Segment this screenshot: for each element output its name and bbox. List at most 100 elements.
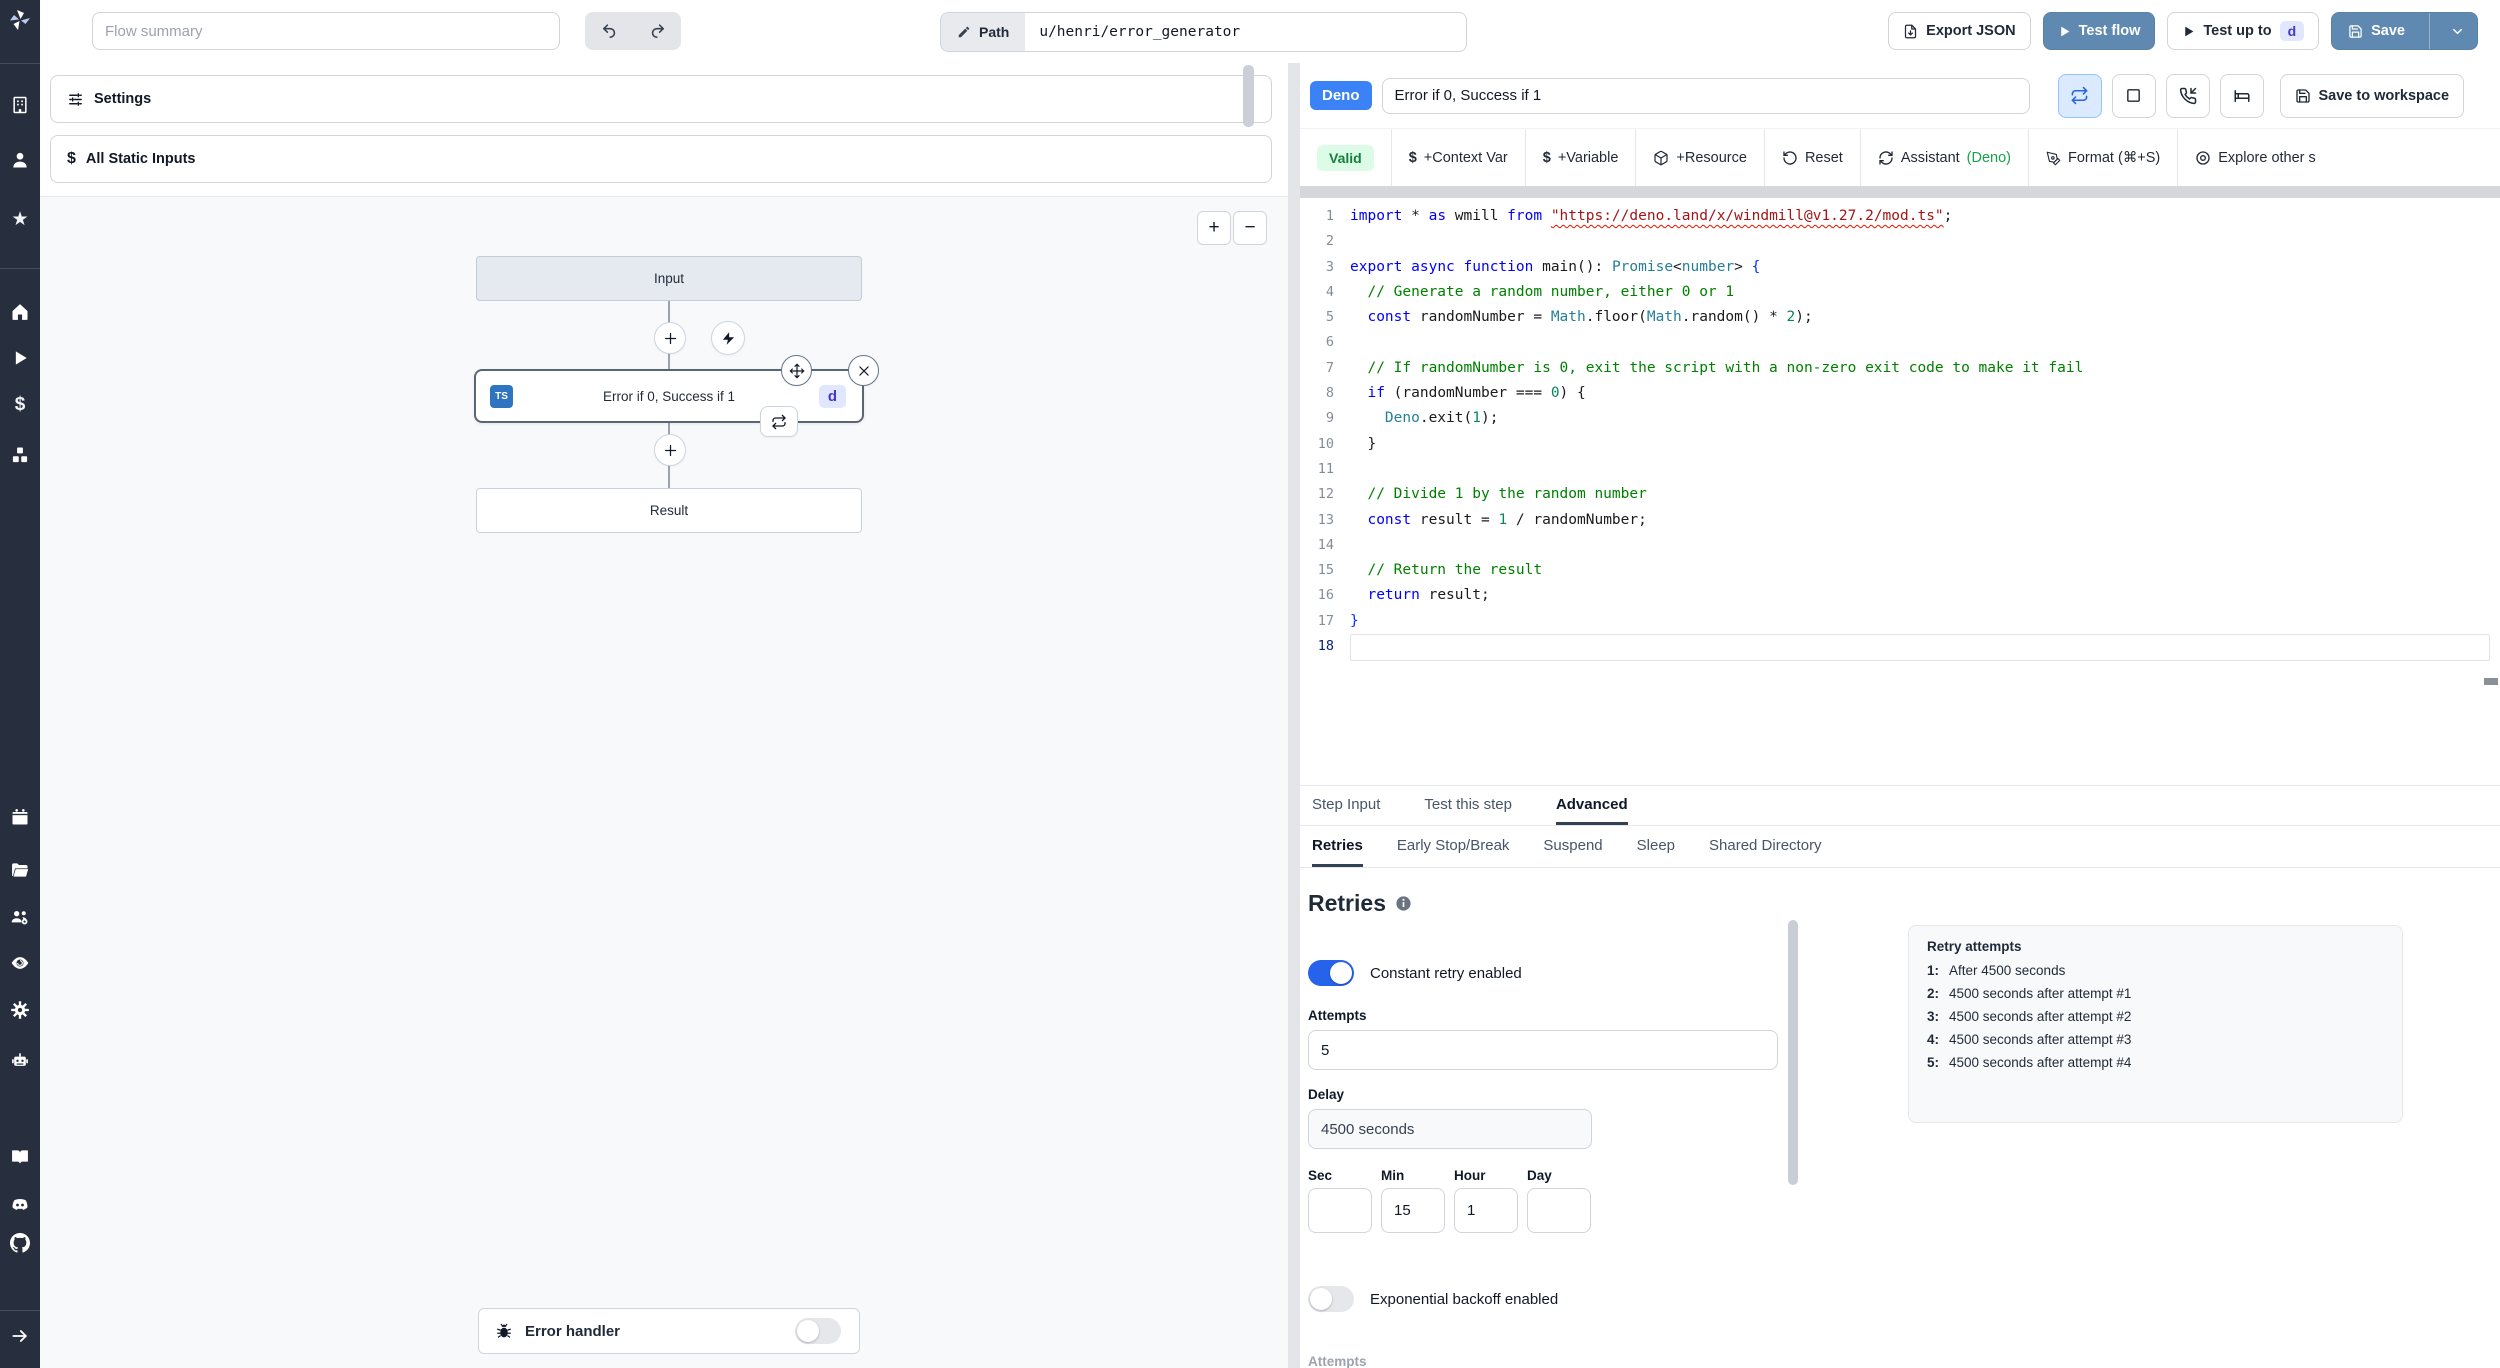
assistant-button[interactable]: Assistant (Deno) [1861, 129, 2029, 187]
path-field[interactable]: Path u/henri/error_generator [940, 12, 1467, 52]
hour-input[interactable] [1454, 1188, 1518, 1233]
path-chip: Path [941, 13, 1026, 51]
error-handler-row[interactable]: Error handler [478, 1308, 860, 1354]
day-input[interactable] [1527, 1188, 1591, 1233]
settings-gear-icon[interactable] [10, 1000, 30, 1020]
favorites-star-icon[interactable]: ★ [10, 210, 30, 230]
retry-indicator-button[interactable] [760, 406, 798, 437]
code-line[interactable]: 6 [1300, 330, 2500, 355]
schedules-calendar-icon[interactable] [10, 807, 30, 827]
editor-resize-gutter[interactable] [1300, 186, 2500, 198]
zoom-in-button[interactable]: + [1197, 211, 1231, 245]
editor-scrollbar-thumb[interactable] [2484, 678, 2498, 685]
code-line[interactable]: 18 [1300, 634, 2500, 662]
flow-summary-input[interactable] [92, 12, 560, 50]
home-icon[interactable] [10, 302, 30, 322]
zoom-out-button[interactable]: − [1233, 211, 1267, 245]
code-line[interactable]: 17} [1300, 609, 2500, 634]
left-panel-scrollbar[interactable] [1243, 65, 1254, 127]
trigger-bolt-button[interactable] [711, 321, 745, 355]
format-button[interactable]: Format (⌘+S) [2029, 129, 2179, 187]
code-line[interactable]: 3 export async function main(): Promise<n… [1300, 255, 2500, 280]
webhook-phone-button[interactable] [2165, 73, 2210, 118]
folders-icon[interactable] [10, 860, 30, 880]
flow-canvas[interactable]: + − Input TS Error if 0, Success if 1 d … [40, 196, 1288, 1368]
code-line[interactable]: 1 import * as wmill from "https://deno.la… [1300, 204, 2500, 229]
workspace-building-icon[interactable] [10, 95, 30, 115]
code-line[interactable]: 11 [1300, 457, 2500, 482]
discord-icon[interactable] [10, 1195, 30, 1215]
test-flow-button[interactable]: Test flow [2042, 12, 2156, 50]
redo-button[interactable] [633, 12, 681, 50]
save-dropdown-button[interactable] [2438, 24, 2477, 39]
topbar: Path u/henri/error_generator Export JSON… [40, 0, 2500, 64]
subtab-suspend[interactable]: Suspend [1543, 826, 1602, 867]
subtab-retries[interactable]: Retries [1312, 826, 1363, 867]
code-line[interactable]: 7 // If randomNumber is 0, exit the scri… [1300, 356, 2500, 381]
user-icon[interactable] [10, 150, 30, 170]
reset-button[interactable]: Reset [1765, 129, 1861, 187]
code-line[interactable]: 9 Deno.exit(1); [1300, 406, 2500, 431]
delay-input[interactable] [1308, 1109, 1592, 1149]
save-main[interactable]: Save [2332, 23, 2421, 39]
add-context-var-button[interactable]: $ +Context Var [1392, 129, 1526, 187]
code-line[interactable]: 13 const result = 1 / randomNumber; [1300, 508, 2500, 533]
code-line[interactable]: 10 } [1300, 432, 2500, 457]
save-to-workspace-button[interactable]: Save to workspace [2279, 73, 2465, 118]
retry-settings-button[interactable] [2057, 73, 2102, 118]
subtab-sleep[interactable]: Sleep [1637, 826, 1675, 867]
code-line[interactable]: 12 // Divide 1 by the random number [1300, 482, 2500, 507]
export-json-button[interactable]: Export JSON [1888, 12, 2031, 50]
content-scrollbar-thumb[interactable] [1788, 920, 1798, 1185]
tab-test-this-step[interactable]: Test this step [1424, 786, 1512, 825]
input-node[interactable]: Input [476, 256, 862, 301]
add-variable-button[interactable]: $ +Variable [1526, 129, 1637, 187]
result-node[interactable]: Result [476, 488, 862, 533]
sec-input[interactable] [1308, 1188, 1372, 1233]
attempts-input[interactable] [1308, 1030, 1778, 1070]
backoff-toggle[interactable] [1308, 1286, 1354, 1312]
workers-bot-icon[interactable] [10, 1050, 30, 1070]
explore-scripts-button[interactable]: Explore other s [2178, 129, 2333, 187]
delete-step-button[interactable] [848, 355, 879, 386]
move-step-handle[interactable] [781, 355, 812, 386]
save-icon [2349, 24, 2362, 38]
github-icon[interactable] [10, 1233, 30, 1253]
save-button[interactable]: Save [2331, 12, 2478, 50]
code-line[interactable]: 8 if (randomNumber === 0) { [1300, 381, 2500, 406]
constant-retry-toggle[interactable] [1308, 960, 1354, 986]
code-line[interactable]: 16 return result; [1300, 583, 2500, 608]
variables-dollar-icon[interactable]: $ [10, 394, 30, 415]
code-line[interactable]: 14 [1300, 533, 2500, 558]
undo-button[interactable] [585, 12, 633, 50]
docs-book-icon[interactable] [10, 1147, 30, 1167]
test-up-to-button[interactable]: Test up to d [2167, 12, 2320, 50]
subtab-shared-directory[interactable]: Shared Directory [1709, 826, 1822, 867]
runs-play-icon[interactable] [10, 348, 30, 368]
audit-eye-icon[interactable] [10, 953, 30, 973]
tab-step-input[interactable]: Step Input [1312, 786, 1380, 825]
collapse-arrow-right-icon[interactable] [10, 1326, 30, 1346]
min-input[interactable] [1381, 1188, 1445, 1233]
add-step-button[interactable] [654, 322, 686, 354]
all-static-inputs-row[interactable]: $ All Static Inputs [50, 135, 1272, 183]
step-title-input[interactable] [1381, 77, 2030, 114]
panel-resize-handle[interactable] [1288, 63, 1300, 1368]
code-line[interactable]: 15 // Return the result [1300, 558, 2500, 583]
windmill-logo[interactable] [8, 8, 32, 32]
add-resource-button[interactable]: +Resource [1636, 129, 1765, 187]
sleep-bed-button[interactable] [2219, 73, 2264, 118]
code-line[interactable]: 4 // Generate a random number, either 0 … [1300, 280, 2500, 305]
resources-boxes-icon[interactable] [10, 445, 30, 465]
flow-settings-row[interactable]: Settings [50, 75, 1272, 123]
tab-advanced[interactable]: Advanced [1555, 786, 1628, 825]
error-handler-toggle[interactable] [795, 1318, 841, 1344]
code-editor[interactable]: 1 import * as wmill from "https://deno.la… [1300, 198, 2500, 785]
subtab-early-stop[interactable]: Early Stop/Break [1397, 826, 1510, 867]
code-line[interactable]: 5 const randomNumber = Math.floor(Math.r… [1300, 305, 2500, 330]
mobile-view-button[interactable] [2111, 73, 2156, 118]
add-step-button[interactable] [654, 434, 686, 466]
groups-users-gear-icon[interactable] [10, 907, 30, 927]
code-line[interactable]: 2 [1300, 229, 2500, 254]
info-icon[interactable] [1395, 895, 1412, 912]
